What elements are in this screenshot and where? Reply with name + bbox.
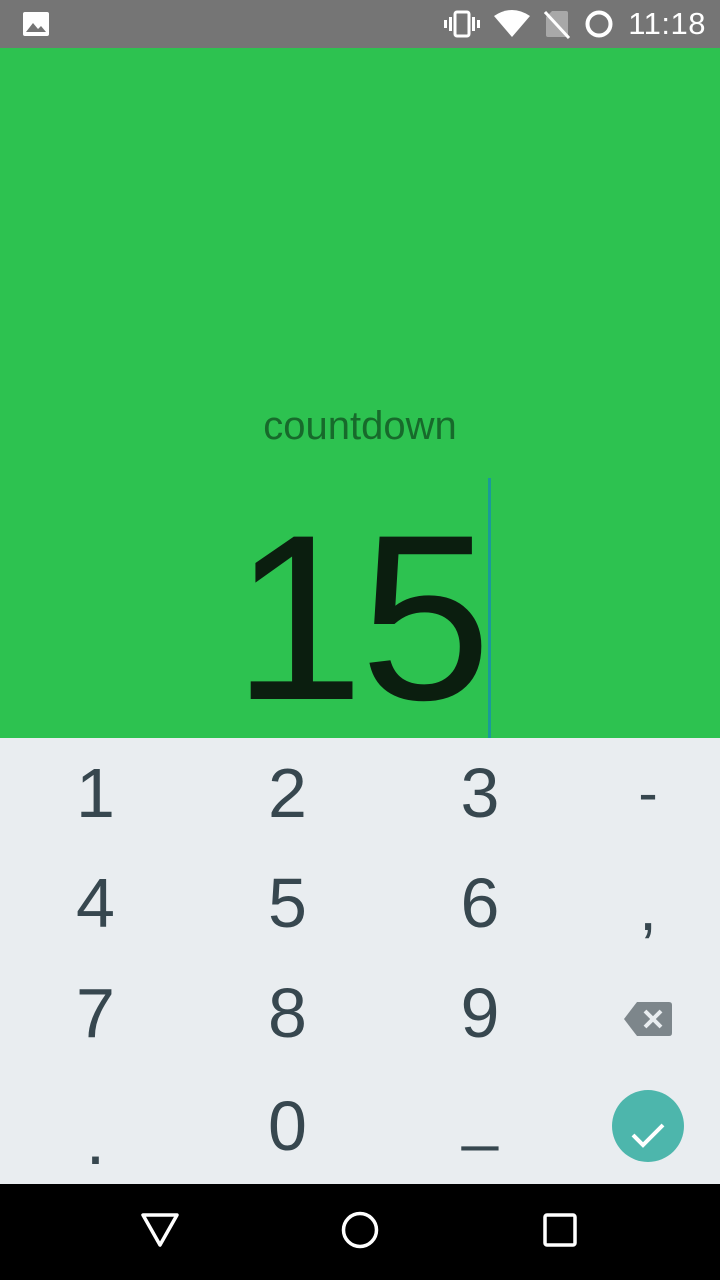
- navigation-bar: [0, 1184, 720, 1280]
- key-comma[interactable]: ,: [576, 848, 720, 958]
- battery-charging-icon: [584, 9, 614, 39]
- key-2[interactable]: 2: [191, 738, 384, 848]
- check-icon: [630, 1086, 666, 1166]
- status-bar: 11:18: [0, 0, 720, 48]
- status-time: 11:18: [628, 6, 706, 41]
- vibrate-icon: [444, 10, 481, 38]
- key-6[interactable]: 6: [384, 848, 576, 958]
- no-sim-icon: [544, 9, 571, 39]
- home-icon: [340, 1210, 380, 1255]
- done-key[interactable]: [576, 1068, 720, 1184]
- home-button[interactable]: [300, 1184, 420, 1280]
- recents-icon: [542, 1212, 578, 1253]
- key-underscore[interactable]: _: [384, 1068, 576, 1184]
- key-4[interactable]: 4: [0, 848, 191, 958]
- key-7[interactable]: 7: [0, 958, 191, 1068]
- backspace-icon: [623, 973, 673, 1053]
- back-button[interactable]: [100, 1184, 220, 1280]
- done-button[interactable]: [612, 1090, 684, 1162]
- text-caret: [488, 478, 491, 738]
- key-0[interactable]: 0: [191, 1068, 384, 1184]
- key-1[interactable]: 1: [0, 738, 191, 848]
- countdown-editor: countdown 15: [0, 48, 720, 738]
- numeric-keypad: 1 2 3 - 4 5 6 , 7 8 9 . 0 _: [0, 738, 720, 1184]
- recents-button[interactable]: [500, 1184, 620, 1280]
- screen: 11:18 countdown 15 1 2 3 - 4 5 6 , 7 8 9: [0, 0, 720, 1280]
- image-notification-icon: [22, 11, 50, 37]
- wifi-icon: [494, 10, 531, 38]
- value-text[interactable]: 15: [233, 500, 492, 736]
- key-minus[interactable]: -: [576, 738, 720, 848]
- key-9[interactable]: 9: [384, 958, 576, 1068]
- field-label: countdown: [263, 404, 457, 448]
- key-3[interactable]: 3: [384, 738, 576, 848]
- backspace-key[interactable]: [576, 958, 720, 1068]
- key-period[interactable]: .: [0, 1068, 191, 1184]
- key-5[interactable]: 5: [191, 848, 384, 958]
- key-8[interactable]: 8: [191, 958, 384, 1068]
- value-input[interactable]: 15: [0, 498, 720, 738]
- back-icon: [140, 1212, 180, 1253]
